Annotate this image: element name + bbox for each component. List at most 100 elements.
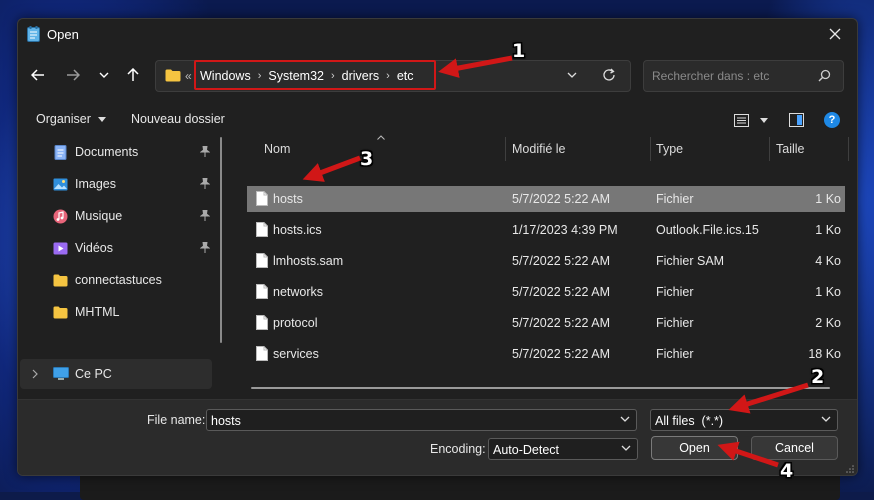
file-modified: 5/7/2022 5:22 AM: [512, 285, 610, 299]
folder-icon: [53, 306, 68, 319]
sidebar-item-label: connectastuces: [75, 273, 162, 287]
file-icon: [256, 346, 268, 361]
filename-value: hosts: [211, 414, 241, 428]
chevron-down-icon: [821, 416, 831, 422]
chevron-right-icon[interactable]: [32, 369, 38, 379]
search-placeholder: Rechercher dans : etc: [652, 69, 770, 83]
table-row[interactable]: lmhosts.sam 5/7/2022 5:22 AM Fichier SAM…: [247, 248, 845, 274]
file-size: 18 Ko: [808, 347, 841, 361]
chevron-down-icon[interactable]: [567, 72, 577, 78]
table-row[interactable]: services 5/7/2022 5:22 AM Fichier 18 Ko: [247, 341, 845, 367]
chevron-down-icon: [621, 445, 631, 451]
window-title: Open: [47, 27, 79, 42]
sidebar-item-documents[interactable]: Documents: [20, 137, 212, 167]
organize-menu[interactable]: Organiser: [36, 112, 107, 126]
sidebar-item-images[interactable]: Images: [20, 169, 212, 199]
documents-icon: [54, 145, 67, 160]
open-dialog: Open « Windows › System32 › drivers › et…: [17, 18, 858, 476]
back-button[interactable]: [25, 61, 51, 89]
encoding-select[interactable]: Auto-Detect: [488, 438, 638, 460]
up-button[interactable]: [120, 61, 146, 89]
column-header-size[interactable]: Taille: [776, 142, 805, 156]
title-bar: Open: [18, 19, 857, 49]
column-header-modified[interactable]: Modifié le: [512, 142, 566, 156]
sidebar-scrollbar[interactable]: [220, 137, 222, 343]
filter-value: All files (*.*): [655, 414, 724, 428]
sidebar-item-videos[interactable]: Vidéos: [20, 233, 212, 263]
close-icon: [829, 28, 841, 40]
file-type: Fichier: [656, 347, 694, 361]
column-divider[interactable]: [769, 137, 770, 161]
filename-input[interactable]: hosts: [206, 409, 637, 431]
folder-icon: [165, 69, 181, 82]
dialog-footer: File name: hosts All files (*.*) Encodin…: [18, 399, 857, 475]
file-icon: [256, 191, 268, 206]
refresh-icon[interactable]: [602, 68, 616, 82]
caret-down-icon: [98, 117, 107, 123]
file-modified: 5/7/2022 5:22 AM: [512, 192, 610, 206]
chevron-down-icon: [99, 72, 109, 78]
annotation-highlight-box: [194, 60, 436, 90]
open-button[interactable]: Open: [651, 436, 738, 460]
computer-icon: [53, 367, 69, 380]
file-modified: 5/7/2022 5:22 AM: [512, 316, 610, 330]
file-size: 4 Ko: [815, 254, 841, 268]
encoding-value: Auto-Detect: [493, 443, 560, 457]
file-modified: 5/7/2022 5:22 AM: [512, 347, 610, 361]
column-header-type[interactable]: Type: [656, 142, 683, 156]
horizontal-scrollbar[interactable]: [251, 387, 830, 389]
column-header-row: Nom Modifié le Type Taille: [247, 135, 856, 163]
file-name: networks: [273, 285, 324, 299]
annotation-number-3: 3: [360, 148, 374, 170]
table-row[interactable]: networks 5/7/2022 5:22 AM Fichier 1 Ko: [247, 279, 845, 305]
recent-locations-button[interactable]: [91, 61, 117, 89]
table-row[interactable]: hosts 5/7/2022 5:22 AM Fichier 1 Ko: [247, 186, 845, 212]
file-icon: [256, 315, 268, 330]
column-header-name[interactable]: Nom: [264, 142, 290, 156]
sidebar-item-label: Ce PC: [75, 367, 112, 381]
sidebar-item-mhtml[interactable]: MHTML: [20, 297, 212, 327]
column-divider[interactable]: [848, 137, 849, 161]
file-type-filter-select[interactable]: All files (*.*): [650, 409, 838, 431]
videos-icon: [53, 242, 68, 255]
file-size: 2 Ko: [815, 316, 841, 330]
sidebar-item-label: Vidéos: [75, 241, 113, 255]
sidebar-item-this-pc[interactable]: Ce PC: [20, 359, 212, 389]
table-row[interactable]: protocol 5/7/2022 5:22 AM Fichier 2 Ko: [247, 310, 845, 336]
file-name: hosts: [273, 192, 303, 206]
file-name: services: [273, 347, 319, 361]
close-button[interactable]: [813, 19, 857, 49]
pin-icon: [199, 209, 211, 224]
file-type: Fichier SAM: [656, 254, 725, 268]
cancel-button[interactable]: Cancel: [751, 436, 838, 460]
sidebar-item-label: Documents: [75, 145, 139, 159]
new-folder-button[interactable]: Nouveau dossier: [131, 112, 225, 126]
search-icon: [818, 69, 831, 82]
file-type: Fichier: [656, 192, 694, 206]
annotation-number-4: 4: [780, 460, 794, 482]
file-icon: [256, 222, 268, 237]
file-modified: 1/17/2023 4:39 PM: [512, 223, 618, 237]
address-bar[interactable]: « Windows › System32 › drivers › etc: [155, 60, 631, 92]
file-size: 1 Ko: [815, 223, 841, 237]
arrow-right-icon: [67, 69, 80, 81]
sidebar-item-label: MHTML: [75, 305, 120, 319]
preview-pane-icon[interactable]: [789, 113, 804, 127]
column-divider[interactable]: [650, 137, 651, 161]
caret-down-icon[interactable]: [760, 118, 768, 123]
help-icon[interactable]: ?: [824, 112, 840, 128]
organize-label: Organiser: [36, 112, 91, 126]
chevron-down-icon[interactable]: [620, 416, 630, 422]
table-row[interactable]: hosts.ics 1/17/2023 4:39 PM Outlook.File…: [247, 217, 845, 243]
sidebar-item-music[interactable]: Musique: [20, 201, 212, 231]
column-divider[interactable]: [505, 137, 506, 161]
search-input[interactable]: Rechercher dans : etc: [643, 60, 844, 92]
view-options-icon[interactable]: [734, 114, 749, 127]
file-list: Nom Modifié le Type Taille hosts 5/7/202…: [247, 135, 856, 399]
folder-icon: [53, 274, 68, 287]
pin-icon: [199, 177, 211, 192]
sidebar-item-connectastuces[interactable]: connectastuces: [20, 265, 212, 295]
forward-button[interactable]: [60, 61, 86, 89]
sidebar-item-label: Images: [75, 177, 116, 191]
resize-grip-icon[interactable]: [846, 465, 854, 473]
